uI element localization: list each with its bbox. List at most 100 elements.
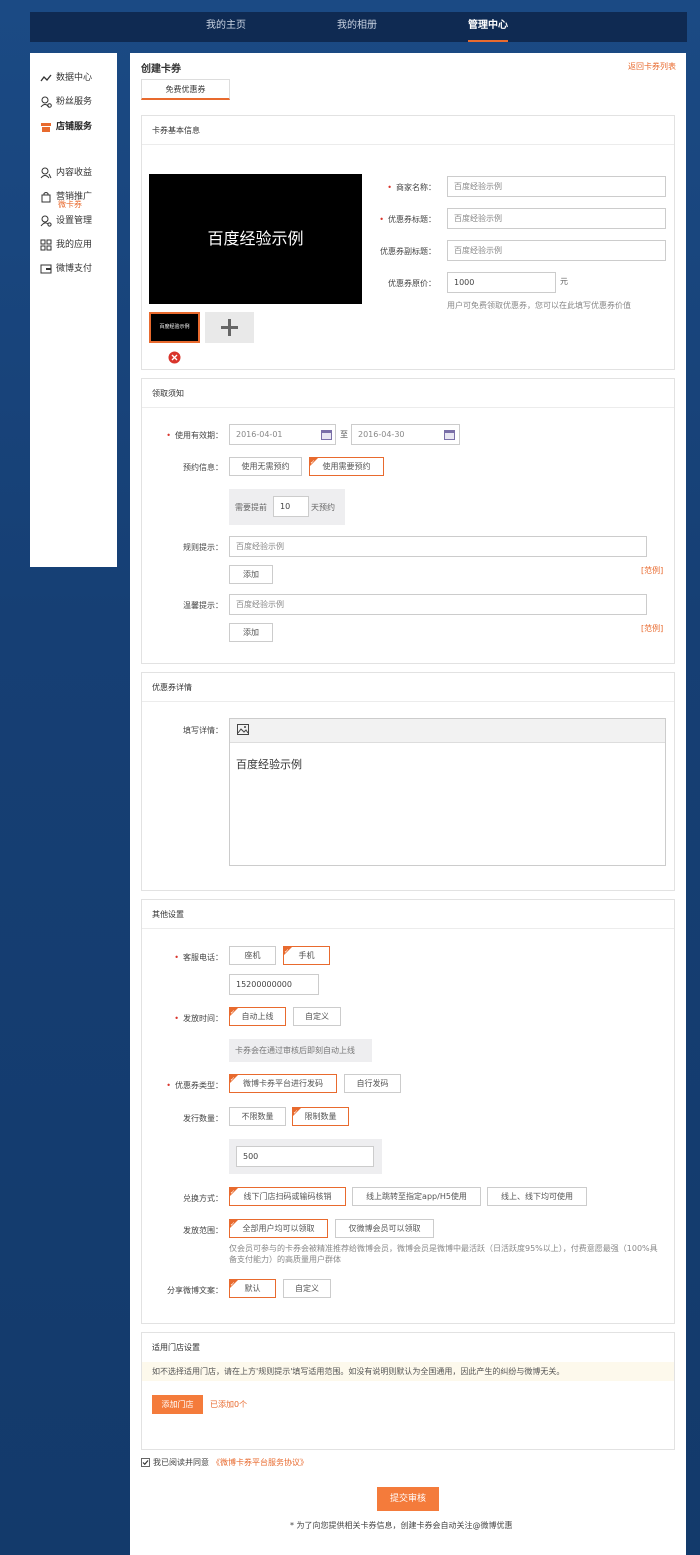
original-price-label: 优惠券原价：: [388, 279, 436, 288]
image-thumbnail[interactable]: 百度经验示例: [149, 312, 200, 343]
phone-input[interactable]: 15200000000: [229, 974, 319, 995]
page-title: 创建卡券: [141, 64, 181, 75]
editor-content[interactable]: 百度经验示例: [230, 743, 665, 785]
sidebar-item-profit[interactable]: 内容收益: [40, 165, 92, 181]
custom-share-option[interactable]: 自定义: [283, 1279, 331, 1298]
sidebar-item-store[interactable]: 店铺服务: [40, 119, 92, 135]
tip-input[interactable]: 百度经验示例: [229, 594, 647, 615]
sidebar-item-apps[interactable]: 我的应用: [40, 237, 92, 253]
sidebar-item-pay[interactable]: 微博支付: [40, 261, 92, 277]
sidebar-item-label: 营销推广: [56, 192, 93, 202]
offline-redeem-option[interactable]: 线下门店扫码或输码核销: [229, 1184, 346, 1206]
agreement-text: 我已阅读并同意: [153, 1458, 209, 1467]
profit-icon: [40, 167, 52, 179]
custom-release-option[interactable]: 自定义: [293, 1007, 341, 1026]
nav-my-album[interactable]: 我的相册: [337, 12, 377, 42]
merchant-name-label: 商家名称：: [387, 182, 436, 193]
notice-panel: 领取须知 使用有效期： 2016-04-01 至 2016-04-30 预约信息…: [141, 378, 675, 664]
quantity-input[interactable]: 500: [236, 1146, 374, 1167]
merchant-name-input[interactable]: 百度经验示例: [447, 176, 666, 197]
date-separator: 至: [340, 430, 348, 439]
rich-text-editor[interactable]: 百度经验示例: [229, 718, 666, 866]
need-reservation-option[interactable]: 使用需要预约: [309, 454, 384, 476]
store-notice: 如不选择适用门店，请在上方'规则提示'填写适用范围。如没有说明则默认为全国通用，…: [142, 1362, 674, 1381]
coupon-type-label: 优惠券类型：: [166, 1080, 223, 1091]
rule-example-link[interactable]: [范例]: [641, 565, 663, 576]
other-settings-panel: 其他设置 客服电话： 座机 手机 15200000000 发放时间： 自动上线 …: [141, 899, 675, 1324]
coupon-subtitle-input[interactable]: 百度经验示例: [447, 240, 666, 261]
tip-label: 温馨提示：: [183, 601, 223, 610]
panel-title: 其他设置: [142, 900, 674, 929]
limited-qty-option[interactable]: 限制数量: [292, 1104, 349, 1126]
store-icon: [41, 123, 51, 132]
panel-title: 领取须知: [142, 379, 674, 408]
sidebar-item-label: 粉丝服务: [56, 97, 93, 107]
panel-title: 优惠券详情: [142, 673, 674, 702]
settings-user-icon: [40, 215, 52, 227]
apps-grid-icon: [40, 239, 52, 251]
all-users-option[interactable]: 全部用户均可以领取: [229, 1216, 328, 1238]
sidebar-item-data-center[interactable]: 数据中心: [40, 70, 92, 86]
sidebar-item-label: 店铺服务: [56, 122, 93, 132]
rule-input[interactable]: 百度经验示例: [229, 536, 647, 557]
detail-panel: 优惠券详情 填写详情： 百度经验示例: [141, 672, 675, 891]
delete-image-icon[interactable]: [168, 351, 181, 364]
rule-label: 规则提示：: [183, 543, 223, 552]
quantity-box: 500: [229, 1139, 382, 1174]
landline-option[interactable]: 座机: [229, 946, 276, 965]
no-reservation-option[interactable]: 使用无需预约: [229, 457, 302, 476]
coupon-subtitle-label: 优惠券副标题：: [380, 247, 436, 256]
add-store-button[interactable]: 添加门店: [152, 1395, 203, 1414]
submit-review-button[interactable]: 提交审核: [377, 1487, 439, 1511]
start-date-input[interactable]: 2016-04-01: [229, 424, 336, 445]
plus-icon: [221, 319, 238, 336]
quantity-label: 发行数量：: [183, 1114, 223, 1123]
members-only-option[interactable]: 仅微博会员可以领取: [335, 1219, 434, 1238]
validity-label: 使用有效期：: [166, 430, 223, 441]
calendar-icon[interactable]: [444, 429, 455, 440]
redeem-label: 兑换方式：: [183, 1194, 223, 1203]
scope-hint: 仅会员可参与的卡券会被精准推荐给微博会员，微博会员是微博中最活跃（日活跃度95%…: [229, 1244, 658, 1264]
store-settings-panel: 适用门店设置 如不选择适用门店，请在上方'规则提示'填写适用范围。如没有说明则默…: [141, 1332, 675, 1450]
top-navigation: 我的主页 我的相册 管理中心: [30, 12, 687, 42]
price-hint: 用户可免费领取优惠券，您可以在此填写优惠券价值: [447, 301, 631, 310]
agree-checkbox[interactable]: [141, 1458, 150, 1467]
release-hint: 卡券会在通过审核后即刻自动上线: [229, 1039, 372, 1062]
add-image-button[interactable]: [205, 312, 254, 343]
basic-info-panel: 卡券基本信息 百度经验示例 百度经验示例 商家名称： 百度经验示例 优惠券标题：…: [141, 115, 675, 370]
default-share-option[interactable]: 默认: [229, 1276, 276, 1298]
auto-online-option[interactable]: 自动上线: [229, 1004, 286, 1026]
sidebar-item-label: 设置管理: [56, 216, 93, 226]
platform-code-option[interactable]: 微博卡券平台进行发码: [229, 1071, 337, 1093]
nav-admin-center[interactable]: 管理中心: [468, 12, 508, 42]
sidebar-item-marketing[interactable]: 营销推广: [40, 189, 92, 205]
advance-suffix: 天预约: [311, 503, 335, 512]
agreement-row: 我已阅读并同意 《微博卡券平台服务协议》: [141, 1457, 308, 1468]
self-code-option[interactable]: 自行发码: [344, 1074, 401, 1093]
add-tip-button[interactable]: 添加: [229, 623, 273, 642]
original-price-input[interactable]: 1000: [447, 272, 556, 293]
coupon-title-input[interactable]: 百度经验示例: [447, 208, 666, 229]
reserve-label: 预约信息：: [183, 463, 223, 472]
mobile-option[interactable]: 手机: [283, 943, 330, 965]
fill-detail-label: 填写详情：: [183, 726, 223, 735]
sidebar-item-label: 内容收益: [56, 168, 93, 178]
back-to-list-link[interactable]: 返回卡券列表: [628, 61, 676, 72]
sidebar-item-fans[interactable]: 粉丝服务: [40, 94, 92, 110]
tab-free-coupon[interactable]: 免费优惠券: [141, 79, 230, 100]
online-redeem-option[interactable]: 线上跳转至指定app/H5使用: [352, 1187, 481, 1206]
insert-image-icon[interactable]: [237, 724, 249, 735]
panel-title: 适用门店设置: [152, 1343, 200, 1352]
sidebar-item-settings[interactable]: 设置管理: [40, 213, 92, 229]
tip-example-link[interactable]: [范例]: [641, 623, 663, 634]
unlimited-qty-option[interactable]: 不限数量: [229, 1107, 286, 1126]
both-redeem-option[interactable]: 线上、线下均可使用: [487, 1187, 587, 1206]
calendar-icon[interactable]: [321, 429, 332, 440]
nav-my-home[interactable]: 我的主页: [206, 12, 246, 42]
trend-icon: [40, 74, 52, 82]
advance-days-input[interactable]: 10: [273, 496, 309, 517]
scope-label: 发放范围：: [183, 1226, 223, 1235]
sidebar-item-label: 微博支付: [56, 264, 93, 274]
add-rule-button[interactable]: 添加: [229, 565, 273, 584]
agreement-link[interactable]: 《微博卡券平台服务协议》: [212, 1457, 308, 1468]
